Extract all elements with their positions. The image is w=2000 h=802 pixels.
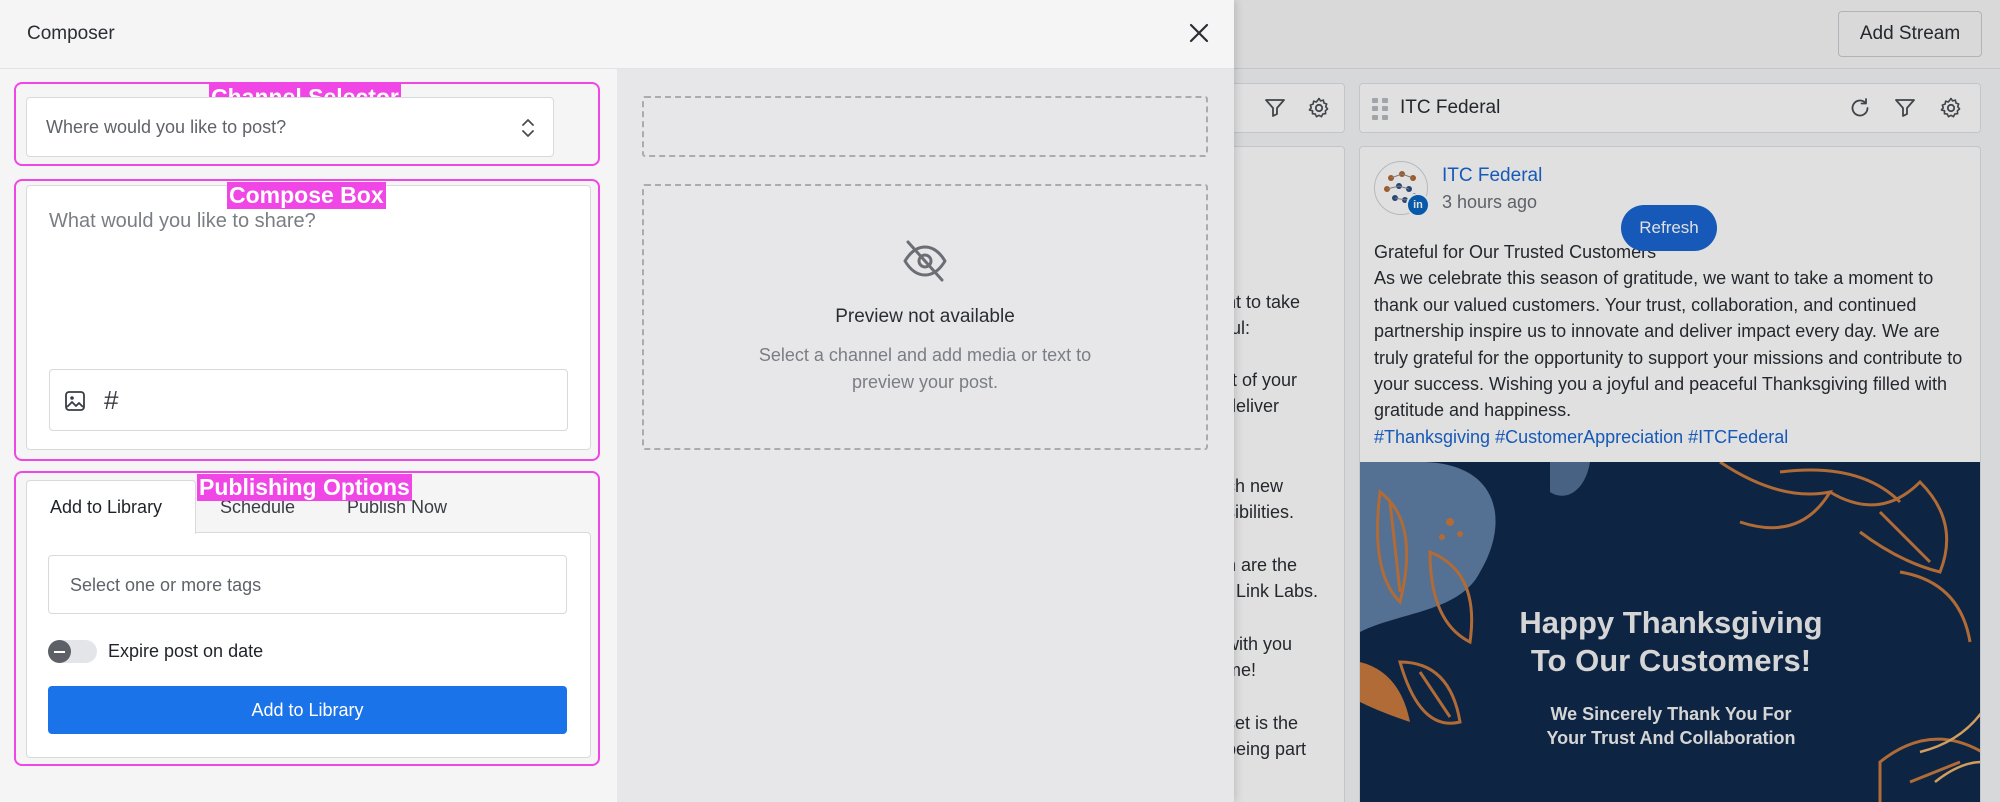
expire-post-toggle[interactable] (48, 640, 97, 663)
preview-subtitle: Select a channel and add media or text t… (758, 345, 1092, 392)
composer-panel: Composer Channel Selector Where would yo… (0, 0, 1234, 802)
chevron-up-down-icon (521, 117, 535, 144)
composer-title: Composer (27, 23, 115, 44)
channel-select[interactable]: Where would you like to post? (26, 97, 554, 157)
tags-select[interactable]: Select one or more tags (48, 555, 567, 614)
hashtag-icon[interactable]: # (104, 385, 118, 416)
compose-box: What would you like to share? # (26, 185, 591, 450)
publishing-options-annotation: Publishing Options (197, 474, 412, 501)
eye-off-icon (900, 236, 950, 291)
add-to-library-button[interactable]: Add to Library (48, 686, 567, 734)
channel-select-placeholder: Where would you like to post? (46, 117, 287, 137)
toggle-knob (48, 640, 71, 663)
close-icon (1189, 23, 1209, 43)
compose-box-annotation: Compose Box (227, 182, 386, 209)
expire-post-label: Expire post on date (108, 641, 264, 661)
composer-header: Composer (0, 0, 1234, 69)
image-icon[interactable] (64, 390, 86, 417)
preview-title: Preview not available (835, 306, 1015, 327)
tab-add-to-library[interactable]: Add to Library (26, 480, 196, 534)
compose-toolbar: # (49, 369, 568, 431)
compose-textarea[interactable]: What would you like to share? (49, 210, 316, 233)
close-button[interactable] (1184, 18, 1214, 48)
tags-select-placeholder: Select one or more tags (70, 575, 262, 595)
preview-header-placeholder (642, 96, 1208, 157)
